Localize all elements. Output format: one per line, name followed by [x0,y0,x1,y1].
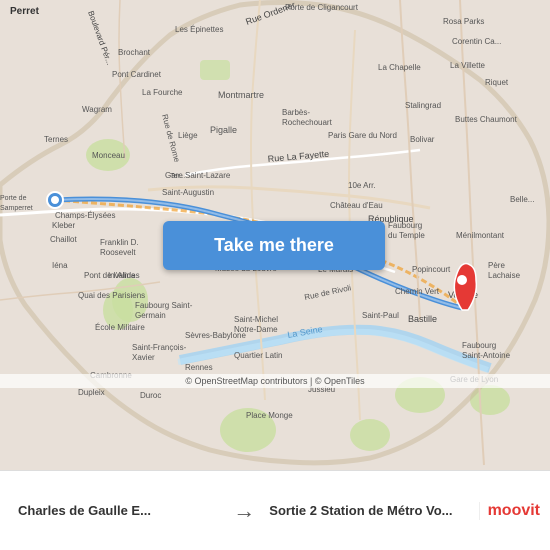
svg-text:Pigalle: Pigalle [210,125,237,135]
svg-text:Quai des Parisiens: Quai des Parisiens [78,291,145,300]
svg-text:Perret: Perret [10,6,40,17]
svg-text:Saint-Paul: Saint-Paul [362,311,399,320]
svg-text:Franklin D.: Franklin D. [100,238,139,247]
origin-location: Charles de Gaulle E... [10,503,227,518]
svg-text:Ter...: Ter... [170,173,185,180]
svg-text:Samperret: Samperret [0,205,33,212]
svg-text:Père: Père [488,261,505,270]
svg-text:Saint-François-: Saint-François- [132,343,187,352]
svg-text:Chaillot: Chaillot [50,235,77,244]
map-container: Rue Ordener Boulevard Pér... Montmartre … [0,0,550,470]
svg-text:La Villette: La Villette [450,61,486,70]
svg-text:Ternes: Ternes [44,135,68,144]
svg-text:Porte de: Porte de [0,195,27,202]
svg-text:Place Monge: Place Monge [246,411,293,420]
svg-text:Bolivar: Bolivar [410,135,435,144]
svg-text:Dupleix: Dupleix [78,388,105,397]
svg-text:Quartier Latin: Quartier Latin [234,351,282,360]
svg-text:Faubourg: Faubourg [388,221,422,230]
svg-text:Buttes Chaumont: Buttes Chaumont [455,115,518,124]
origin-name: Charles de Gaulle E... [18,503,219,518]
moovit-logo: moovit [479,502,540,520]
svg-text:Saint-Antoine: Saint-Antoine [462,351,511,360]
svg-text:Faubourg Saint-: Faubourg Saint- [135,301,193,310]
svg-text:Paris Gare du Nord: Paris Gare du Nord [328,131,397,140]
svg-text:Rennes: Rennes [185,363,213,372]
svg-text:Brochant: Brochant [118,48,151,57]
svg-text:Iéna: Iéna [52,261,68,270]
svg-text:Liège: Liège [178,131,198,140]
svg-text:Kleber: Kleber [52,221,75,230]
svg-text:Château d'Eau: Château d'Eau [330,201,383,210]
svg-text:Wagram: Wagram [82,105,112,114]
svg-text:Saint-Augustin: Saint-Augustin [162,188,214,197]
destination-location: Sortie 2 Station de Métro Vo... [261,503,478,518]
destination-name: Sortie 2 Station de Métro Vo... [269,503,470,518]
moovit-text: moovit [488,502,540,520]
bottom-bar: Charles de Gaulle E... → Sortie 2 Statio… [0,470,550,550]
arrow-icon: → [227,498,261,524]
svg-text:La Fourche: La Fourche [142,88,183,97]
svg-text:École Militaire: École Militaire [95,323,145,332]
svg-text:Riquet: Riquet [485,78,509,87]
svg-text:Pont de l'Alma: Pont de l'Alma [84,271,136,280]
svg-text:Belle...: Belle... [510,195,534,204]
svg-text:Sèvres-Babylone: Sèvres-Babylone [185,331,246,340]
svg-text:Porte de Cligancourt: Porte de Cligancourt [285,3,359,12]
svg-text:Les Épinettes: Les Épinettes [175,25,223,34]
svg-text:Corentin Ca...: Corentin Ca... [452,37,501,46]
svg-text:10e Arr.: 10e Arr. [348,181,376,190]
svg-text:Stalingrad: Stalingrad [405,101,441,110]
svg-text:Faubourg: Faubourg [462,341,496,350]
svg-text:Germain: Germain [135,311,166,320]
svg-text:Saint-Michel: Saint-Michel [234,315,278,324]
svg-text:Xavier: Xavier [132,353,155,362]
svg-text:Champs-Élysées: Champs-Élysées [55,211,115,220]
svg-text:Bastille: Bastille [408,314,437,324]
svg-text:Chemin Vert: Chemin Vert [395,287,440,296]
svg-text:Popincourt: Popincourt [412,265,451,274]
svg-text:Montmartre: Montmartre [218,90,264,100]
svg-text:Ménilmontant: Ménilmontant [456,231,505,240]
svg-text:Duroc: Duroc [140,391,161,400]
svg-text:La Chapelle: La Chapelle [378,63,421,72]
svg-text:Rosa Parks: Rosa Parks [443,17,484,26]
svg-text:Pont Cardinet: Pont Cardinet [112,70,162,79]
svg-text:Lachaise: Lachaise [488,271,521,280]
svg-text:Barbès-: Barbès- [282,108,310,117]
svg-text:Monceau: Monceau [92,151,125,160]
map-attribution: © OpenStreetMap contributors | © OpenTil… [0,374,550,388]
svg-text:du Temple: du Temple [388,231,425,240]
svg-text:Rochechouart: Rochechouart [282,118,333,127]
take-me-there-button[interactable]: Take me there [163,221,385,270]
svg-text:Roosevelt: Roosevelt [100,248,136,257]
